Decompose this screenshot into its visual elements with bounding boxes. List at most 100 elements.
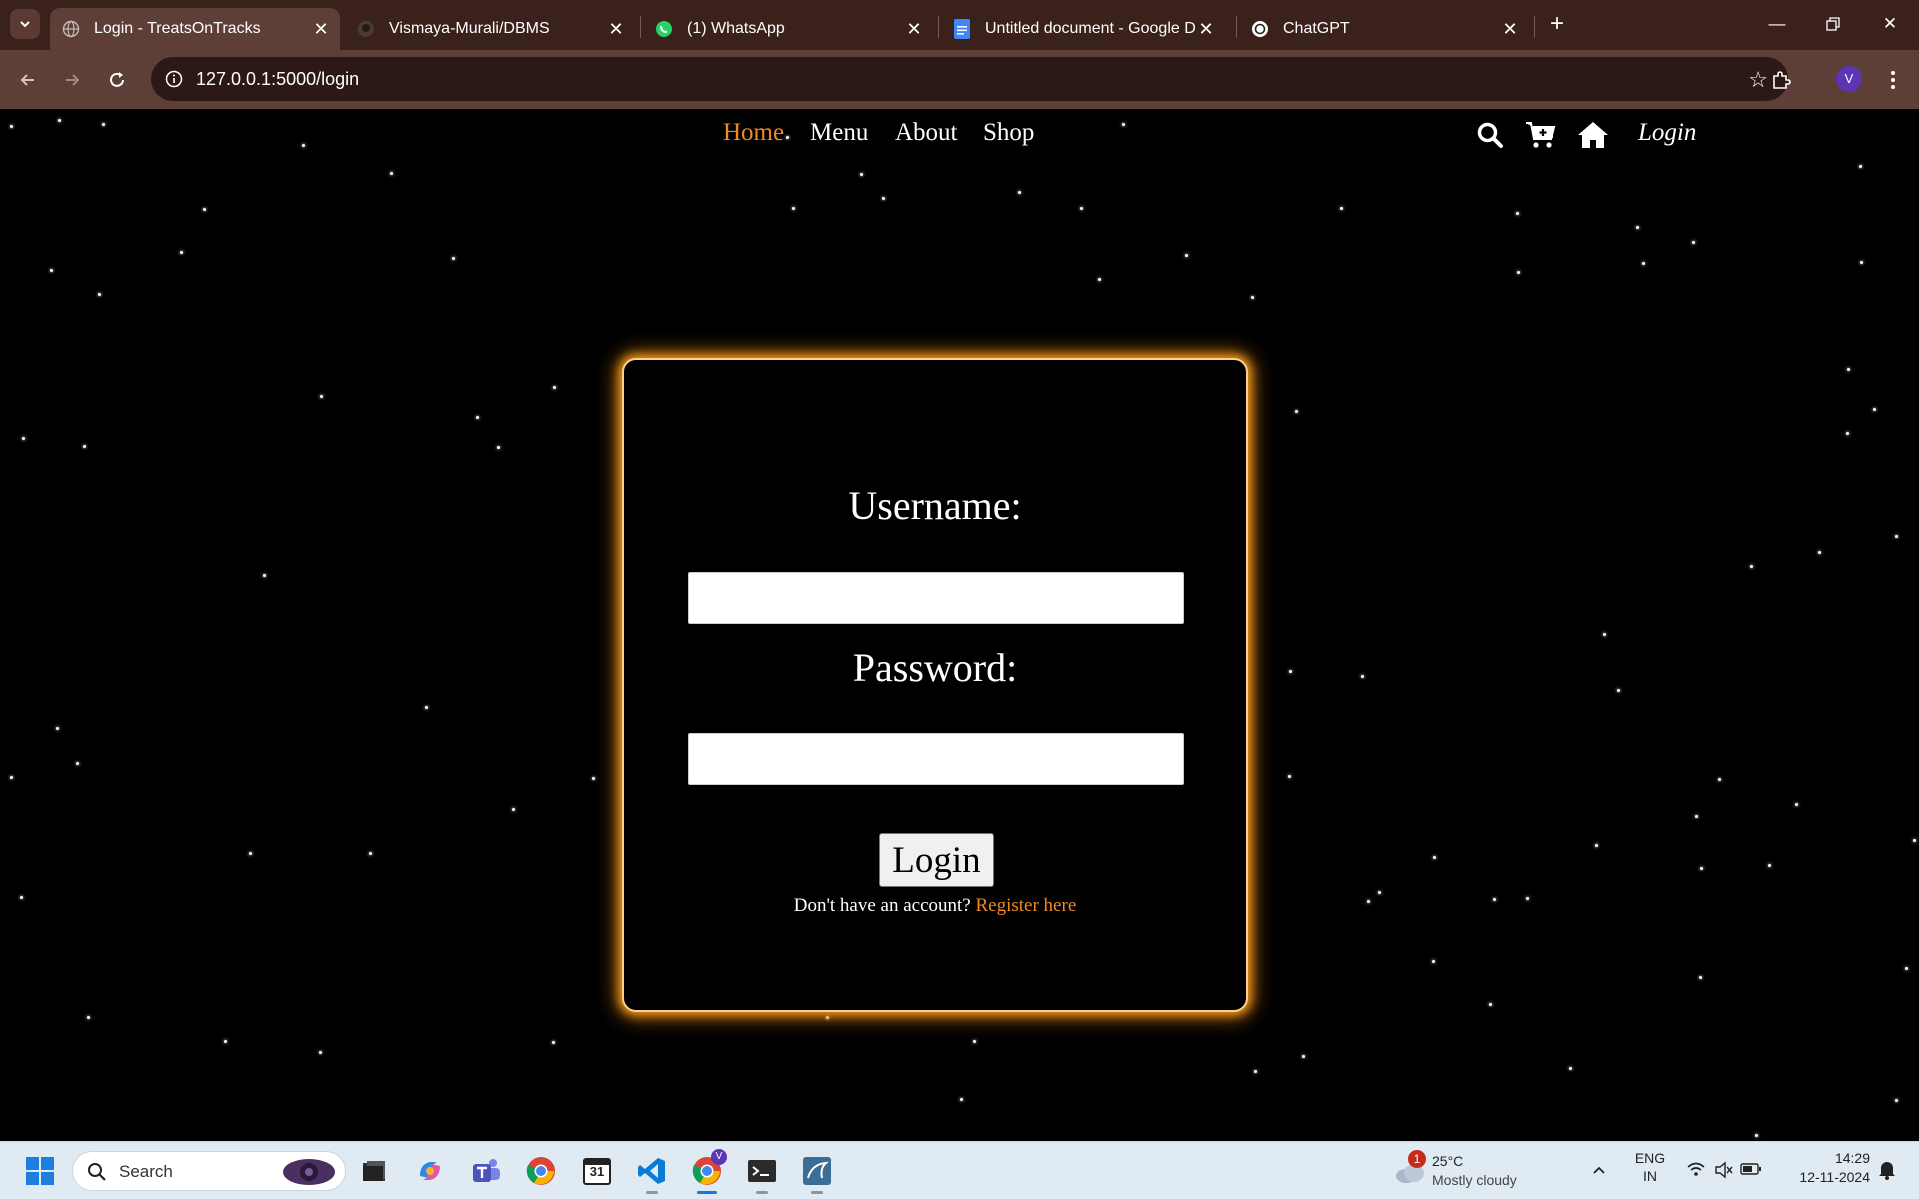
new-tab-button[interactable]: + [1543,10,1571,38]
close-icon[interactable]: ✕ [1499,19,1521,40]
taskbar-app-terminal[interactable] [742,1151,782,1194]
close-icon[interactable]: ✕ [605,19,627,40]
star-dot [320,395,323,398]
terminal-icon [748,1160,776,1182]
tab-login[interactable]: Login - TreatsOnTracks ✕ [50,8,340,50]
tab-divider [1534,16,1535,38]
chevron-down-icon [20,21,30,28]
close-icon[interactable]: ✕ [310,19,332,40]
nav-link-home[interactable]: Home [723,119,784,147]
nav-link-shop[interactable]: Shop [983,119,1034,147]
tab-github[interactable]: Vismaya-Murali/DBMS ✕ [345,8,635,50]
star-dot [263,574,266,577]
weather-widget[interactable]: 1 25°C Mostly cloudy [1390,1150,1540,1194]
google-docs-icon [953,19,971,39]
nav-login-link[interactable]: Login [1638,119,1696,147]
star-dot [319,1051,322,1054]
login-button[interactable]: Login [879,833,994,887]
star-dot [203,208,206,211]
taskbar-app-chrome-profile[interactable]: V [687,1149,727,1194]
weather-condition: Mostly cloudy [1432,1172,1517,1188]
profile-avatar[interactable]: V [1836,66,1862,92]
tab-title: (1) WhatsApp [687,20,785,37]
taskbar-search-label: Search [119,1162,173,1181]
window-close-button[interactable]: ✕ [1870,10,1910,38]
tab-google-docs[interactable]: Untitled document - Google Docs ✕ [941,8,1231,50]
mysql-workbench-icon [803,1157,831,1185]
clock-time: 14:29 [1834,1150,1870,1166]
address-bar[interactable]: 127.0.0.1:5000/login ☆ [151,57,1788,101]
taskbar-app-chrome[interactable] [521,1151,561,1191]
restore-button[interactable] [1813,10,1853,38]
star-dot [369,852,372,855]
search-highlight-image [283,1159,335,1185]
tab-chatgpt[interactable]: ChatGPT ✕ [1239,8,1529,50]
star-dot [1617,689,1620,692]
home-icon[interactable] [1576,118,1610,152]
reload-button[interactable] [101,64,133,96]
kebab-menu-icon [1891,71,1895,89]
password-label: Password: [852,645,1018,690]
taskbar-app-copilot[interactable] [410,1151,450,1191]
star-dot [1516,212,1519,215]
taskbar-app-calendar[interactable]: 31 [577,1151,617,1191]
star-dot [1288,775,1291,778]
language-indicator[interactable]: ENG IN [1630,1150,1670,1184]
plus-icon: + [1549,10,1564,37]
url-text[interactable]: 127.0.0.1:5000/login [196,69,359,90]
language-code: ENG [1634,1150,1666,1166]
star-dot [390,172,393,175]
taskbar-app-vscode[interactable] [632,1151,672,1194]
star-dot [1340,207,1343,210]
username-input[interactable] [688,572,1184,624]
running-indicator [646,1191,658,1194]
taskbar-app-file-explorer[interactable] [354,1151,394,1191]
star-dot [224,1040,227,1043]
taskbar-search[interactable]: Search [72,1151,346,1191]
minimize-button[interactable]: — [1757,10,1797,38]
tab-whatsapp[interactable]: (1) WhatsApp ✕ [643,8,933,50]
cart-add-icon[interactable] [1524,118,1558,152]
notifications-button[interactable] [1878,1160,1896,1185]
tab-search-button[interactable] [10,9,40,39]
star-dot [98,293,101,296]
taskbar-app-mysql-workbench[interactable] [797,1151,837,1194]
login-form: Username: Password: Login Don't have an … [622,358,1248,1012]
show-hidden-icons-button[interactable] [1592,1162,1606,1180]
star-dot [56,727,59,730]
forward-button[interactable] [56,64,88,96]
clock[interactable]: 14:29 12-11-2024 [1780,1150,1870,1185]
taskbar-app-teams[interactable] [466,1151,506,1191]
nav-link-menu[interactable]: Menu [810,119,868,147]
nav-link-about[interactable]: About [895,119,958,147]
password-input[interactable] [688,733,1184,785]
minimize-icon: — [1768,14,1786,33]
register-link[interactable]: Register here [975,895,1076,916]
volume-muted-icon [1715,1161,1733,1179]
extensions-button[interactable] [1765,64,1797,96]
arrow-left-icon [20,74,34,86]
tab-divider [938,16,939,38]
star-dot [1847,368,1850,371]
site-info-icon[interactable] [161,66,187,92]
star-dot [1569,1067,1572,1070]
github-icon [357,20,375,38]
star-dot [1251,296,1254,299]
back-button[interactable] [12,64,44,96]
register-prompt: Don't have an account? Register here [624,895,1246,917]
star-dot [1098,278,1101,281]
star-dot [1860,261,1863,264]
globe-icon [62,20,80,38]
close-icon[interactable]: ✕ [903,19,925,40]
star-dot [826,1016,829,1019]
quick-settings-button[interactable] [1684,1158,1764,1182]
start-button[interactable] [20,1151,60,1191]
star-dot [792,207,795,210]
star-dot [476,416,479,419]
close-icon: ✕ [1882,14,1898,33]
close-icon[interactable]: ✕ [1195,19,1217,40]
username-label: Username: [848,483,1022,528]
search-icon[interactable] [1473,118,1507,152]
star-dot [425,706,428,709]
browser-menu-button[interactable] [1877,64,1909,96]
